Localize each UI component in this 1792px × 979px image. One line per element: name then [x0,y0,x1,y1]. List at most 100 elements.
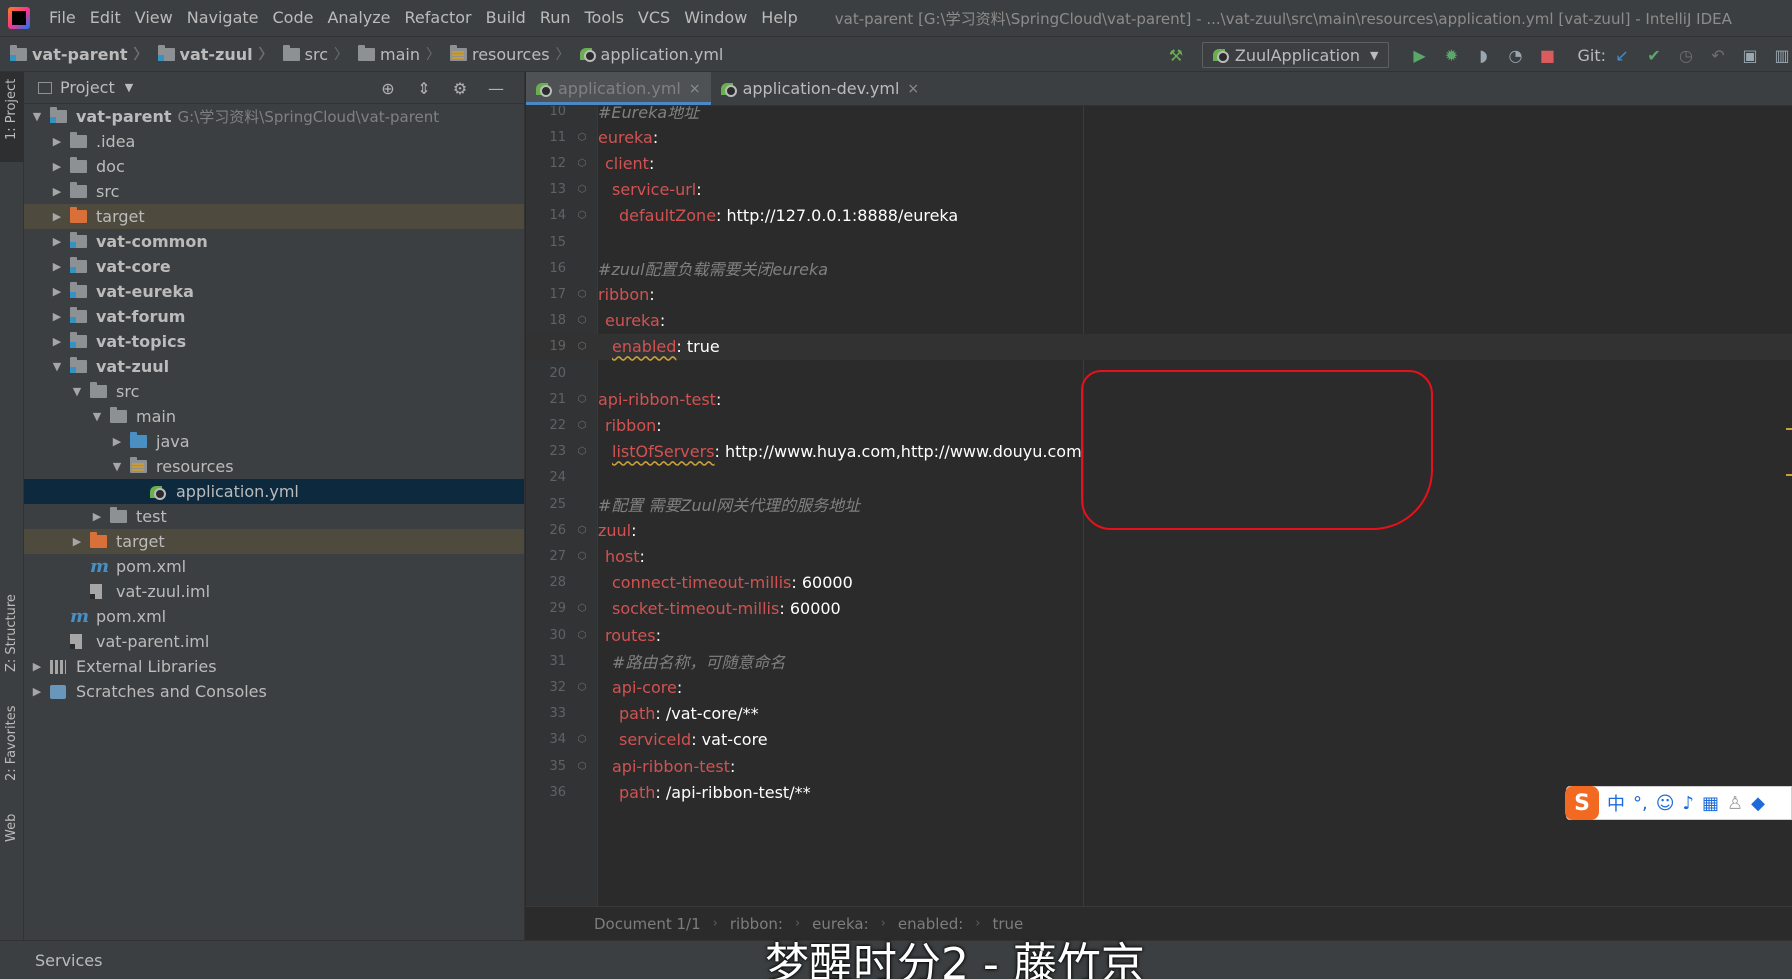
tree-node[interactable]: ▼ src [24,379,524,404]
collapsed-arrow-icon[interactable]: ▶ [50,335,64,348]
ime-language-toggle[interactable]: 中 [1607,790,1625,816]
fold-marker-icon[interactable]: ⬡ [566,289,598,300]
collapsed-arrow-icon[interactable]: ▶ [30,660,44,673]
tree-node[interactable]: vat-parent.iml [24,629,524,654]
tree-node[interactable]: application.yml [24,479,524,504]
debug-icon[interactable]: ✹ [1441,45,1461,65]
web-tool-button[interactable]: Web [0,802,24,862]
tree-node[interactable]: ▶ target [24,529,524,554]
coverage-icon[interactable]: ◗ [1473,45,1493,65]
fold-marker-icon[interactable]: ⬡ [566,394,598,405]
tree-node[interactable]: ▼ vat-parent G:\学习资料\SpringCloud\vat-paren… [24,104,524,129]
run-config-selector[interactable]: ZuulApplication ▼ [1201,42,1390,68]
tree-node[interactable]: ▼ resources [24,454,524,479]
project-structure-icon[interactable]: ▣ [1740,45,1760,65]
collapsed-arrow-icon[interactable]: ▶ [50,235,64,248]
tree-node[interactable]: ▶ src [24,179,524,204]
hide-icon[interactable]: — [486,78,506,98]
expanded-arrow-icon[interactable]: ▼ [70,385,84,398]
fold-marker-icon[interactable]: ⬡ [566,761,598,772]
close-icon[interactable]: × [689,81,701,97]
git-commit-icon[interactable]: ✔ [1644,45,1664,65]
run-icon[interactable]: ▶ [1409,45,1429,65]
tree-node[interactable]: ▶ vat-core [24,254,524,279]
nav-crumb-0[interactable]: vat-parent 〉 [10,44,148,64]
structure-tool-button[interactable]: Z: Structure [0,592,24,682]
tree-node[interactable]: vat-zuul.iml [24,579,524,604]
expanded-arrow-icon[interactable]: ▼ [50,360,64,373]
tree-node[interactable]: ▶ External Libraries [24,654,524,679]
menu-vcs[interactable]: VCS [631,0,677,36]
tree-node[interactable]: ▶ java [24,429,524,454]
collapsed-arrow-icon[interactable]: ▶ [50,285,64,298]
collapsed-arrow-icon[interactable]: ▶ [50,160,64,173]
close-icon[interactable]: × [907,81,919,97]
tree-node[interactable]: m pom.xml [24,604,524,629]
nav-crumb-2[interactable]: src 〉 [282,44,348,64]
fold-marker-icon[interactable]: ⬡ [566,315,598,326]
services-tool-button[interactable]: Services [35,951,102,970]
fold-marker-icon[interactable]: ⬡ [566,158,598,169]
tree-node[interactable]: ▶ doc [24,154,524,179]
project-tool-button[interactable]: 1: Project [0,72,24,162]
collapsed-arrow-icon[interactable]: ▶ [110,435,124,448]
tree-node[interactable]: ▶ vat-eureka [24,279,524,304]
git-rollback-icon[interactable]: ↶ [1708,45,1728,65]
tree-node[interactable]: ▶ target [24,204,524,229]
nav-crumb-4[interactable]: resources 〉 [449,44,570,64]
menu-analyze[interactable]: Analyze [320,0,397,36]
favorites-tool-button[interactable]: 2: Favorites [0,697,24,787]
collapsed-arrow-icon[interactable]: ▶ [50,310,64,323]
user-icon[interactable]: ♙ [1727,793,1743,814]
menu-file[interactable]: File [42,0,83,36]
locate-icon[interactable]: ⊕ [378,78,398,98]
menu-code[interactable]: Code [266,0,321,36]
collapse-all-icon[interactable]: ⇕ [414,78,434,98]
sdk-icon[interactable]: ▥ [1772,45,1792,65]
nav-crumb-3[interactable]: main 〉 [358,44,440,64]
collapsed-arrow-icon[interactable]: ▶ [30,685,44,698]
menu-view[interactable]: View [128,0,180,36]
menu-run[interactable]: Run [533,0,578,36]
collapsed-arrow-icon[interactable]: ▶ [50,185,64,198]
editor-breadcrumb-item[interactable]: Document 1/1 [594,915,701,933]
menu-build[interactable]: Build [479,0,533,36]
fold-marker-icon[interactable]: ⬡ [566,446,598,457]
menu-edit[interactable]: Edit [83,0,128,36]
microphone-icon[interactable]: ♪ [1683,793,1695,814]
fold-marker-icon[interactable]: ⬡ [566,525,598,536]
fold-marker-icon[interactable]: ⬡ [566,551,598,562]
tree-node[interactable]: ▼ main [24,404,524,429]
profile-icon[interactable]: ◔ [1505,45,1525,65]
collapsed-arrow-icon[interactable]: ▶ [50,210,64,223]
menu-refactor[interactable]: Refactor [398,0,479,36]
tree-node[interactable]: ▶ test [24,504,524,529]
keyboard-icon[interactable]: ▦ [1702,793,1719,814]
collapsed-arrow-icon[interactable]: ▶ [70,535,84,548]
expanded-arrow-icon[interactable]: ▼ [110,460,124,473]
fold-marker-icon[interactable]: ⬡ [566,184,598,195]
fold-marker-icon[interactable]: ⬡ [566,420,598,431]
sogou-logo-icon[interactable]: S [1565,786,1599,820]
project-view-selector[interactable]: Project ▼ [38,78,133,97]
tree-node[interactable]: ▶ vat-topics [24,329,524,354]
tree-node[interactable]: ▶ vat-common [24,229,524,254]
expanded-arrow-icon[interactable]: ▼ [90,410,104,423]
fold-marker-icon[interactable]: ⬡ [566,682,598,693]
fold-marker-icon[interactable]: ⬡ [566,132,598,143]
editor-tab-0[interactable]: application.yml × [526,72,711,105]
fold-marker-icon[interactable]: ⬡ [566,734,598,745]
fold-marker-icon[interactable]: ⬡ [566,603,598,614]
fold-marker-icon[interactable]: ⬡ [566,341,598,352]
menu-window[interactable]: Window [677,0,754,36]
menu-help[interactable]: Help [754,0,804,36]
fold-marker-icon[interactable]: ⬡ [566,210,598,221]
tree-node[interactable]: ▶ vat-forum [24,304,524,329]
collapsed-arrow-icon[interactable]: ▶ [90,510,104,523]
menu-navigate[interactable]: Navigate [180,0,266,36]
fold-marker-icon[interactable]: ⬡ [566,630,598,641]
editor-tab-1[interactable]: application-dev.yml × [711,72,930,105]
collapsed-arrow-icon[interactable]: ▶ [50,260,64,273]
expanded-arrow-icon[interactable]: ▼ [30,110,44,123]
tree-node[interactable]: m pom.xml [24,554,524,579]
